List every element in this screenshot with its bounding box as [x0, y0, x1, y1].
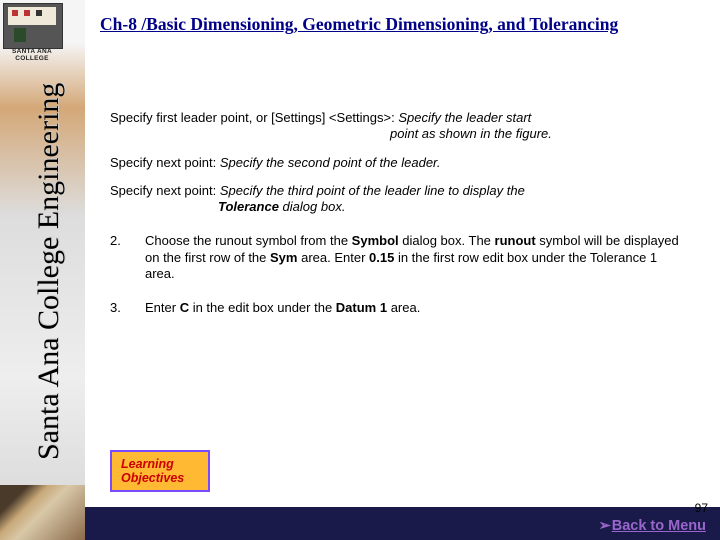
learning-line1: Learning: [121, 457, 174, 471]
sidebar-photo: [0, 485, 85, 540]
content-area: Specify first leader point, or [Settings…: [110, 110, 680, 316]
college-label: SANTA ANA COLLEGE: [3, 48, 61, 62]
back-label: Back to Menu: [612, 518, 706, 534]
page-title: Ch-8 /Basic Dimensioning, Geometric Dime…: [100, 14, 618, 35]
prompt2a: Specify next point:: [110, 155, 220, 170]
learning-objectives-button[interactable]: Learning Objectives: [110, 450, 210, 492]
prompt3d: dialog box.: [279, 199, 346, 214]
prompt3b: Specify the third point of the leader li…: [220, 183, 525, 198]
prompt1a: Specify first leader point, or [Settings…: [110, 110, 398, 125]
step3-text: Enter C in the edit box under the Datum …: [145, 300, 680, 316]
step3-number: 3.: [110, 300, 145, 316]
prompt2b: Specify the second point of the leader.: [220, 155, 441, 170]
learning-line2: Objectives: [121, 471, 184, 485]
prompt1c: point as shown in the figure.: [390, 126, 552, 141]
back-to-menu-link[interactable]: ➢Back to Menu: [599, 518, 706, 534]
prompt3c: Tolerance: [218, 199, 279, 214]
page-number: 97: [695, 501, 708, 515]
prompt1b: Specify the leader start: [398, 110, 531, 125]
sidebar: SANTA ANA COLLEGE Santa Ana College Engi…: [0, 0, 85, 540]
step2-text: Choose the runout symbol from the Symbol…: [145, 233, 680, 282]
college-logo: [3, 3, 63, 49]
vertical-title: Santa Ana College Engineering: [32, 83, 66, 460]
step2-number: 2.: [110, 233, 145, 282]
prompt3a: Specify next point:: [110, 183, 220, 198]
arrow-icon: ➢: [599, 518, 611, 534]
